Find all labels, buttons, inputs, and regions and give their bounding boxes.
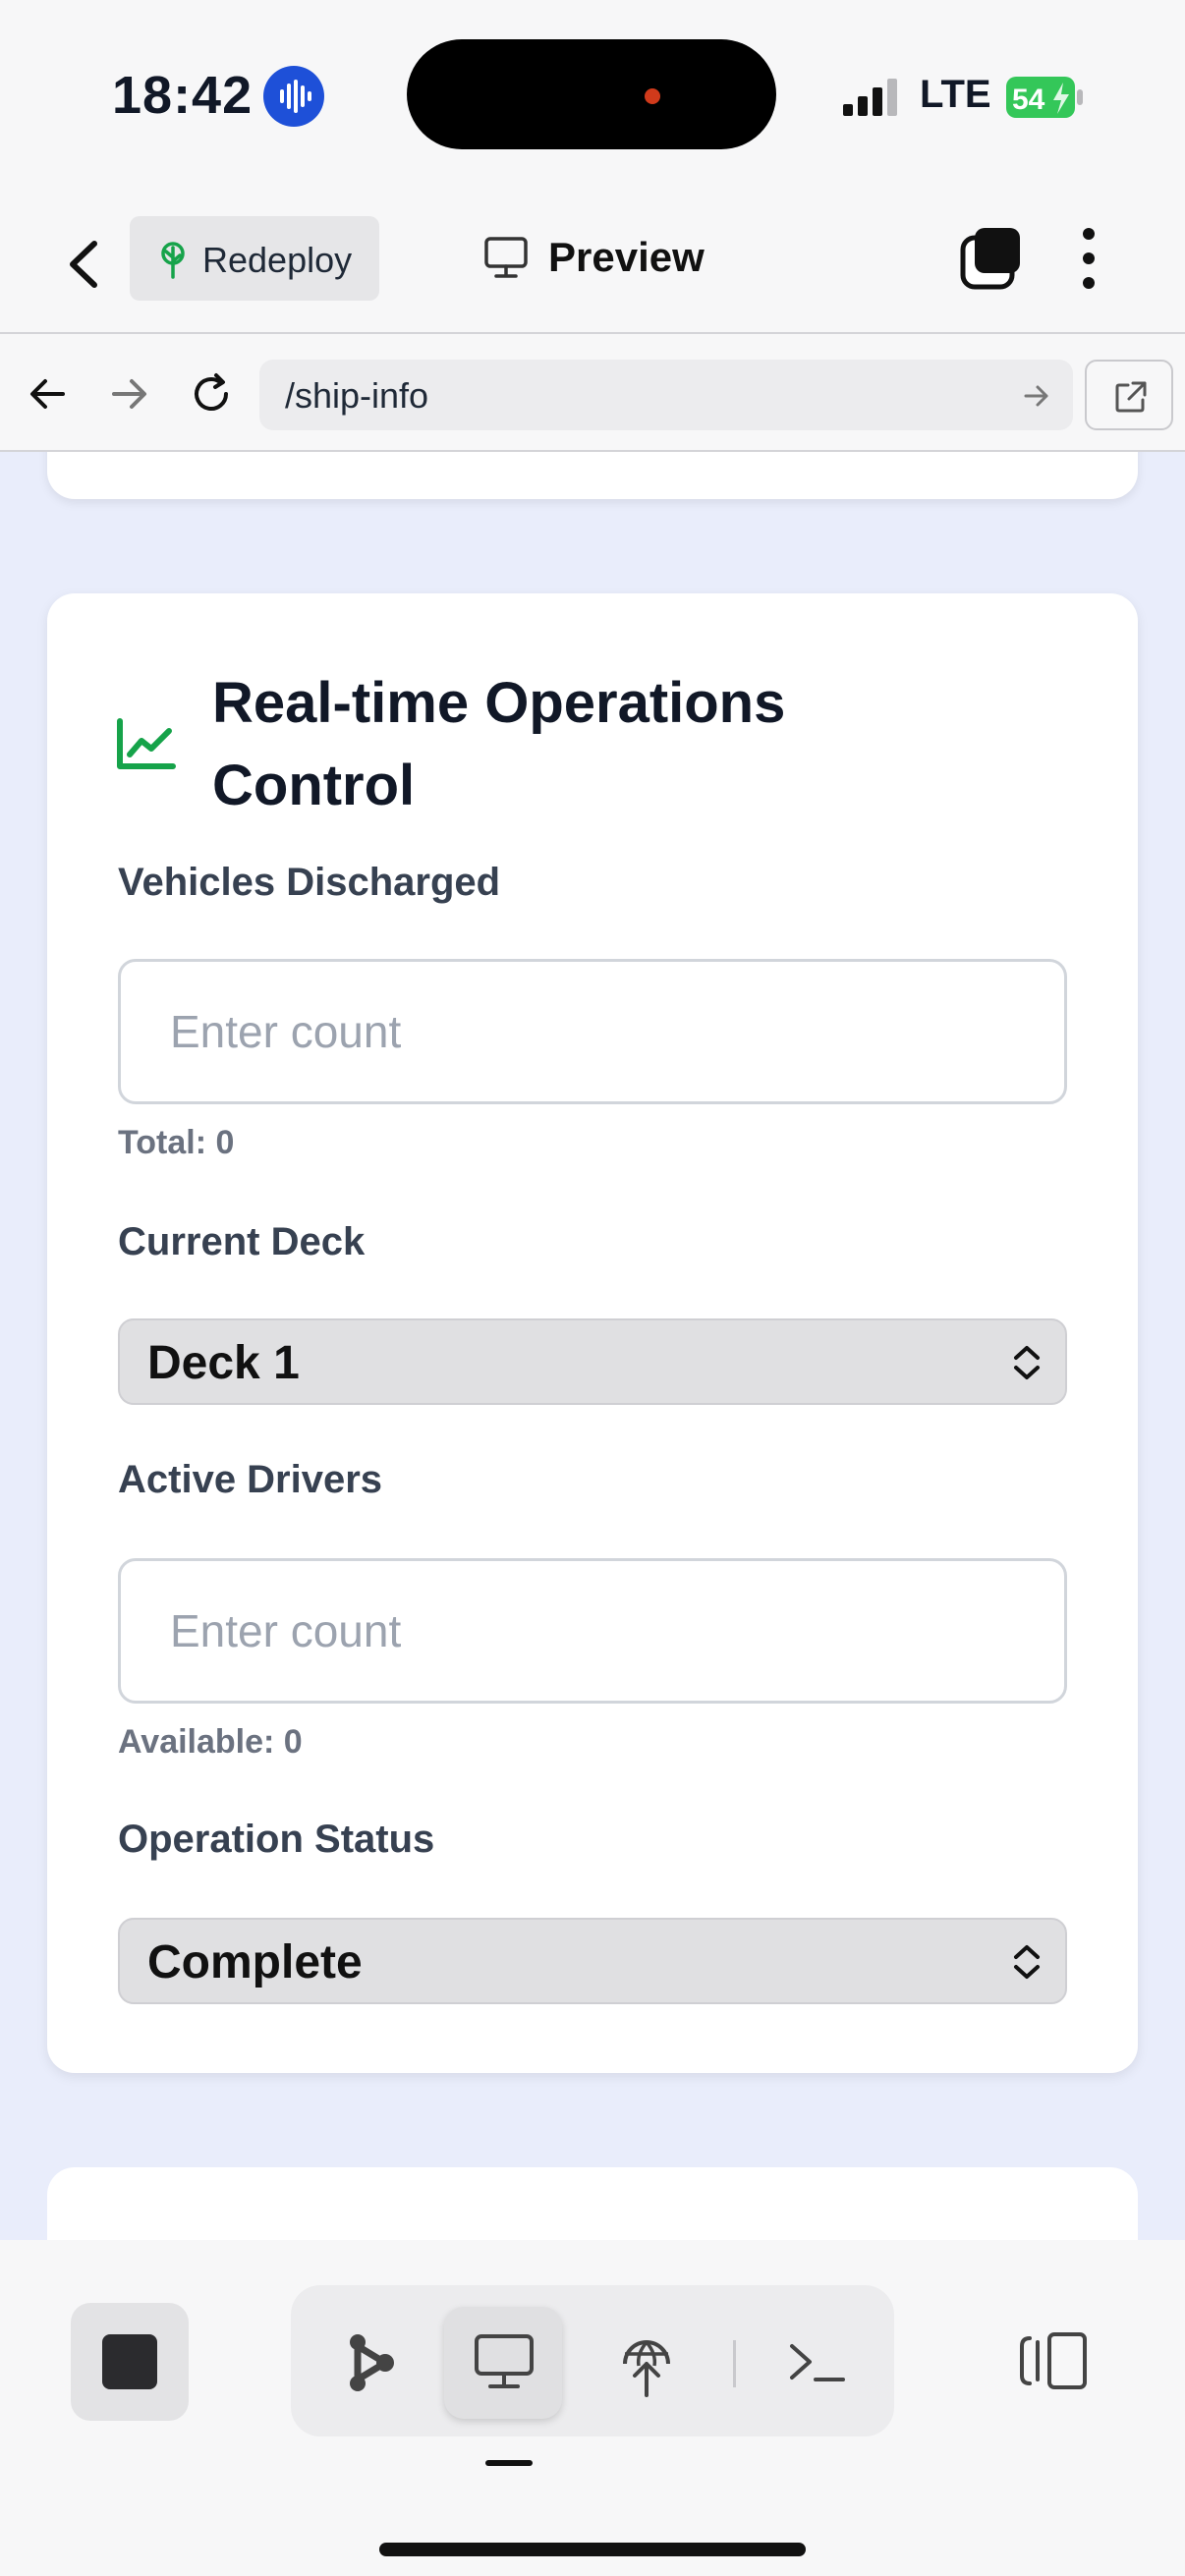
active-drivers-label: Active Drivers — [118, 1458, 383, 1501]
browser-forward-arrow-icon[interactable] — [104, 369, 153, 419]
vehicles-discharged-input[interactable] — [118, 959, 1067, 1104]
external-link-icon — [1115, 381, 1147, 413]
network-type: LTE — [920, 73, 991, 116]
toolbar-divider — [733, 2340, 736, 2387]
drivers-available-helper: Available: 0 — [118, 1723, 303, 1761]
previous-card — [47, 452, 1138, 499]
dynamic-island — [407, 39, 776, 149]
stop-button[interactable] — [71, 2303, 189, 2421]
terminal-icon — [790, 2344, 845, 2381]
app-header: Redeploy Preview — [0, 193, 1185, 334]
recording-dot-icon — [645, 88, 660, 104]
grabber-handle[interactable] — [485, 2460, 533, 2466]
clock: 18:42 — [112, 66, 254, 125]
operations-control-card: Real-time Operations Control Vehicles Di… — [47, 593, 1138, 2073]
view-switcher — [291, 2285, 894, 2436]
vehicles-total-helper: Total: 0 — [118, 1124, 235, 1161]
tab-preview[interactable] — [444, 2307, 562, 2419]
vehicles-discharged-label: Vehicles Discharged — [118, 861, 501, 904]
battery-icon: 54 — [1006, 75, 1085, 120]
active-drivers-input[interactable] — [118, 1558, 1067, 1704]
deploy-globe-icon — [623, 2340, 670, 2397]
operation-status-select[interactable]: Complete — [118, 1918, 1067, 2004]
stop-icon — [102, 2334, 157, 2389]
current-deck-value: Deck 1 — [147, 1337, 300, 1389]
reload-icon[interactable] — [187, 369, 236, 419]
open-external-button[interactable] — [1085, 360, 1173, 430]
operation-status-value: Complete — [147, 1936, 363, 1988]
redeploy-button[interactable]: Redeploy — [130, 216, 379, 301]
back-chevron-icon[interactable] — [59, 230, 108, 299]
go-arrow-icon[interactable] — [1022, 381, 1051, 411]
monitor-icon — [475, 2334, 534, 2388]
browser-back-arrow-icon[interactable] — [24, 369, 73, 419]
current-deck-select[interactable]: Deck 1 — [118, 1318, 1067, 1405]
tab-console[interactable] — [757, 2307, 875, 2419]
cellular-signal-icon — [843, 79, 897, 116]
battery-level: 54 — [1012, 84, 1045, 116]
card-title: Real-time Operations Control — [212, 671, 786, 817]
tab-deploy[interactable] — [588, 2307, 705, 2419]
chart-line-icon — [117, 718, 176, 769]
current-deck-label: Current Deck — [118, 1220, 366, 1263]
side-panel-icon[interactable] — [1018, 2330, 1089, 2391]
next-card — [47, 2167, 1138, 2240]
tabs-switcher-icon[interactable] — [959, 226, 1024, 291]
browser-navigation-bar: /ship-info — [0, 336, 1185, 452]
more-options-icon[interactable] — [1079, 224, 1099, 293]
tab-agent[interactable] — [312, 2307, 430, 2419]
operation-status-label: Operation Status — [118, 1818, 435, 1861]
agent-nodes-icon — [350, 2334, 394, 2391]
select-updown-chevron-icon — [1014, 1945, 1040, 1979]
home-indicator[interactable] — [379, 2543, 806, 2556]
url-field[interactable]: /ship-info — [259, 360, 1073, 430]
status-bar: 18:42 LTE 54 — [0, 0, 1185, 193]
preview-label: Preview — [548, 234, 705, 280]
url-text: /ship-info — [285, 375, 429, 416]
monitor-icon — [484, 237, 528, 278]
tree-icon — [161, 242, 185, 279]
redeploy-label: Redeploy — [202, 240, 353, 280]
bottom-toolbar — [0, 2240, 1185, 2576]
select-updown-chevron-icon — [1014, 1346, 1040, 1379]
preview-content[interactable]: Real-time Operations Control Vehicles Di… — [0, 452, 1185, 2240]
voice-recording-icon — [263, 66, 324, 127]
